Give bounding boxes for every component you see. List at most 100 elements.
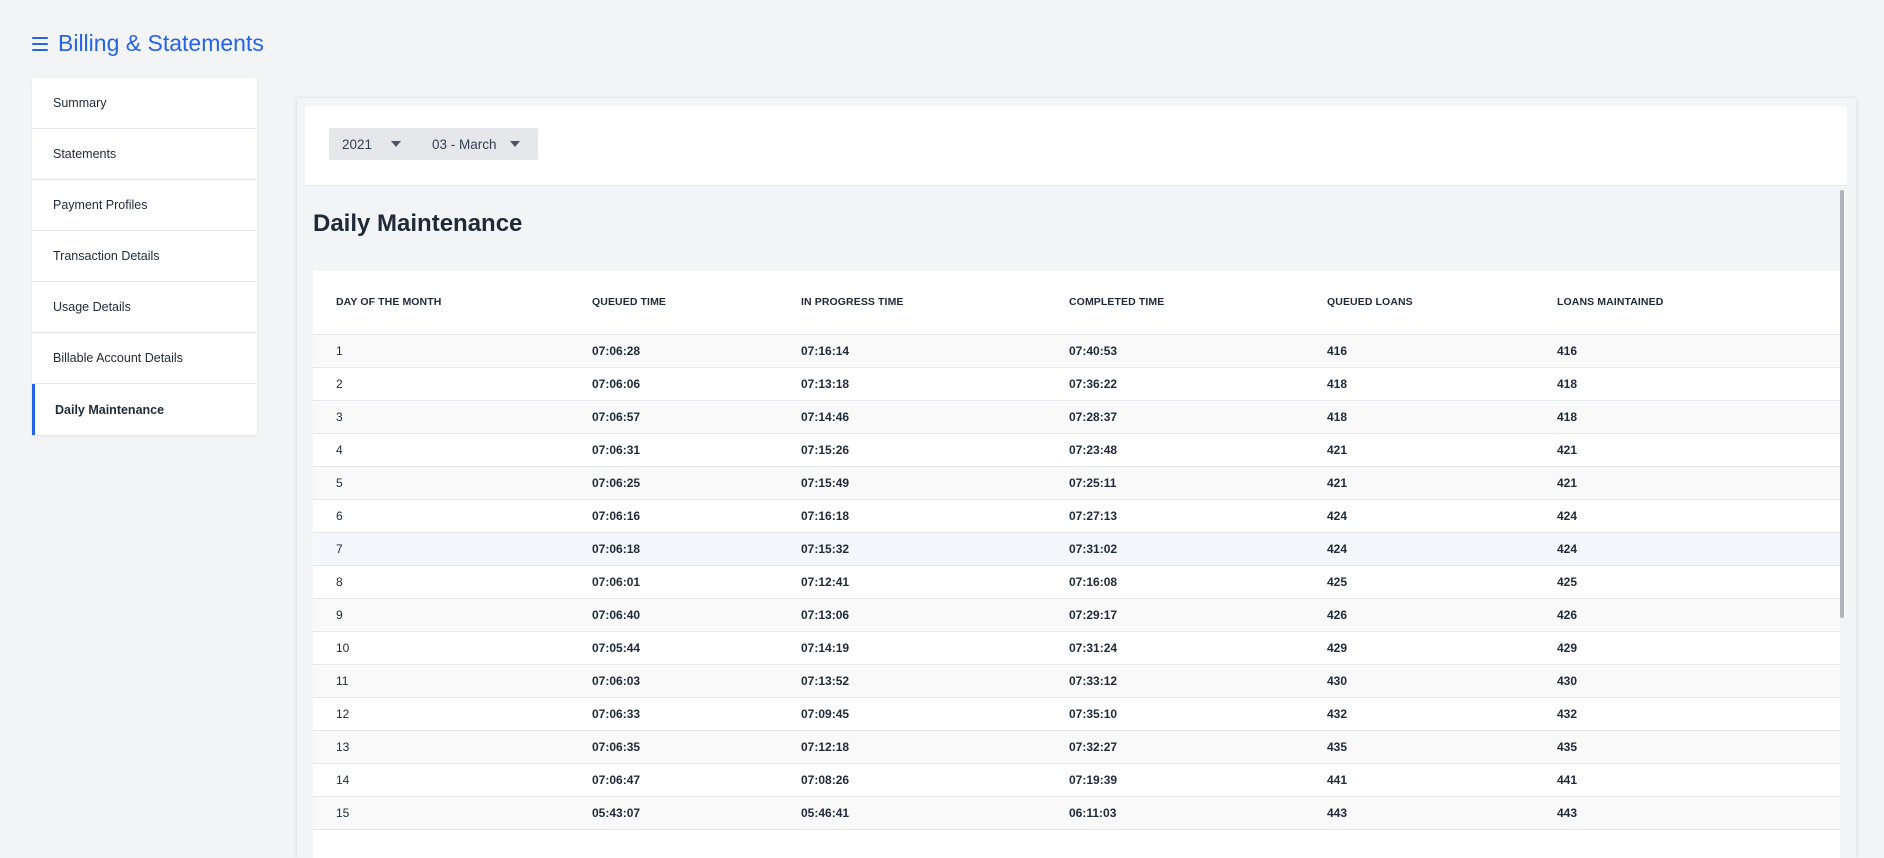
table-cell: 15 (313, 796, 592, 830)
table-cell: 443 (1557, 796, 1840, 830)
table-cell: 05:43:07 (592, 796, 801, 830)
table-cell: 435 (1327, 730, 1557, 764)
table-cell: 07:06:06 (592, 367, 801, 401)
table-cell: 07:40:53 (1069, 334, 1327, 368)
table-row[interactable]: 9 07:06:40 07:13:06 07:29:17 426 426 (313, 598, 1840, 632)
table-cell: 07:06:40 (592, 598, 801, 632)
table-cell: 07:31:02 (1069, 532, 1327, 566)
table-cell: 07:13:06 (801, 598, 1069, 632)
table-body: 1 07:06:28 07:16:14 07:40:53 416 416 2 07:06:06… (313, 334, 1840, 830)
table-cell: 12 (313, 697, 592, 731)
table-cell: 07:06:25 (592, 466, 801, 500)
column-header[interactable]: QUEUED TIME (592, 271, 801, 335)
table-cell: 07:19:39 (1069, 763, 1327, 797)
year-select-value: 2021 (342, 136, 373, 152)
table-cell: 425 (1557, 565, 1840, 599)
table-cell: 416 (1557, 334, 1840, 368)
table-cell: 9 (313, 598, 592, 632)
table-cell: 432 (1557, 697, 1840, 731)
table-cell: 424 (1327, 499, 1557, 533)
table-cell: 429 (1557, 631, 1840, 665)
sidebar-item-daily-maintenance[interactable]: Daily Maintenance (32, 384, 257, 435)
caret-down-icon (510, 141, 520, 147)
table-cell: 07:25:11 (1069, 466, 1327, 500)
table-cell: 06:11:03 (1069, 796, 1327, 830)
sidebar-item-billable-account-details[interactable]: Billable Account Details (32, 333, 257, 384)
table-row[interactable]: 4 07:06:31 07:15:26 07:23:48 421 421 (313, 433, 1840, 467)
table-row[interactable]: 15 05:43:07 05:46:41 06:11:03 443 443 (313, 796, 1840, 830)
table-row[interactable]: 12 07:06:33 07:09:45 07:35:10 432 432 (313, 697, 1840, 731)
table-cell: 07:06:31 (592, 433, 801, 467)
table-cell: 11 (313, 664, 592, 698)
table-cell: 443 (1327, 796, 1557, 830)
month-select-value: 03 - March (432, 136, 497, 152)
filter-bar: 2021 03 - March (305, 106, 1847, 186)
maintenance-table-card: DAY OF THE MONTH QUEUED TIME IN PROGRESS… (313, 271, 1840, 858)
table-row[interactable]: 10 07:05:44 07:14:19 07:31:24 429 429 (313, 631, 1840, 665)
sidebar: Summary Statements Payment Profiles Tran… (32, 78, 257, 435)
table-cell: 07:06:33 (592, 697, 801, 731)
column-header[interactable]: COMPLETED TIME (1069, 271, 1327, 335)
table-cell: 07:12:18 (801, 730, 1069, 764)
table-row[interactable]: 8 07:06:01 07:12:41 07:16:08 425 425 (313, 565, 1840, 599)
table-cell: 421 (1327, 466, 1557, 500)
table-cell: 07:06:03 (592, 664, 801, 698)
table-cell: 1 (313, 334, 592, 368)
column-header[interactable]: QUEUED LOANS (1327, 271, 1557, 335)
table-cell: 426 (1557, 598, 1840, 632)
table-cell: 432 (1327, 697, 1557, 731)
table-cell: 07:06:01 (592, 565, 801, 599)
table-cell: 07:14:19 (801, 631, 1069, 665)
table-row[interactable]: 2 07:06:06 07:13:18 07:36:22 418 418 (313, 367, 1840, 401)
table-cell: 3 (313, 400, 592, 434)
table-row[interactable]: 14 07:06:47 07:08:26 07:19:39 441 441 (313, 763, 1840, 797)
table-cell: 429 (1327, 631, 1557, 665)
table-cell: 425 (1327, 565, 1557, 599)
table-cell: 07:06:16 (592, 499, 801, 533)
table-cell: 07:27:13 (1069, 499, 1327, 533)
table-cell: 430 (1557, 664, 1840, 698)
table-cell: 07:35:10 (1069, 697, 1327, 731)
table-cell: 424 (1557, 499, 1840, 533)
table-cell: 14 (313, 763, 592, 797)
table-cell: 07:06:47 (592, 763, 801, 797)
sidebar-item-transaction-details[interactable]: Transaction Details (32, 231, 257, 282)
sidebar-item-statements[interactable]: Statements (32, 129, 257, 180)
table-cell: 4 (313, 433, 592, 467)
table-cell: 07:16:14 (801, 334, 1069, 368)
table-cell: 07:14:46 (801, 400, 1069, 434)
caret-down-icon (391, 141, 401, 147)
hamburger-menu-icon[interactable] (32, 36, 48, 51)
table-cell: 07:06:18 (592, 532, 801, 566)
table-cell: 07:23:48 (1069, 433, 1327, 467)
table-cell: 441 (1327, 763, 1557, 797)
table-row[interactable]: 3 07:06:57 07:14:46 07:28:37 418 418 (313, 400, 1840, 434)
year-select[interactable]: 2021 (329, 128, 419, 160)
sidebar-item-usage-details[interactable]: Usage Details (32, 282, 257, 333)
table-row[interactable]: 13 07:06:35 07:12:18 07:32:27 435 435 (313, 730, 1840, 764)
table-cell: 421 (1327, 433, 1557, 467)
table-row[interactable]: 5 07:06:25 07:15:49 07:25:11 421 421 (313, 466, 1840, 500)
table-cell: 07:16:18 (801, 499, 1069, 533)
sidebar-item-payment-profiles[interactable]: Payment Profiles (32, 180, 257, 231)
table-cell: 426 (1327, 598, 1557, 632)
table-row[interactable]: 11 07:06:03 07:13:52 07:33:12 430 430 (313, 664, 1840, 698)
table-cell: 07:09:45 (801, 697, 1069, 731)
table-cell: 07:12:41 (801, 565, 1069, 599)
sidebar-item-summary[interactable]: Summary (32, 78, 257, 129)
column-header[interactable]: DAY OF THE MONTH (313, 271, 592, 335)
table-header-row: DAY OF THE MONTH QUEUED TIME IN PROGRESS… (313, 271, 1840, 335)
table-row[interactable]: 7 07:06:18 07:15:32 07:31:02 424 424 (313, 532, 1840, 566)
table-cell: 13 (313, 730, 592, 764)
month-select[interactable]: 03 - March (419, 128, 538, 160)
table-row[interactable]: 6 07:06:16 07:16:18 07:27:13 424 424 (313, 499, 1840, 533)
scrollbar[interactable] (1840, 190, 1844, 618)
table-cell: 07:15:26 (801, 433, 1069, 467)
table-cell: 07:28:37 (1069, 400, 1327, 434)
column-header[interactable]: IN PROGRESS TIME (801, 271, 1069, 335)
table-cell: 07:06:35 (592, 730, 801, 764)
table-cell: 430 (1327, 664, 1557, 698)
column-header[interactable]: LOANS MAINTAINED (1557, 271, 1840, 335)
table-row[interactable]: 1 07:06:28 07:16:14 07:40:53 416 416 (313, 334, 1840, 368)
table-cell: 07:13:52 (801, 664, 1069, 698)
